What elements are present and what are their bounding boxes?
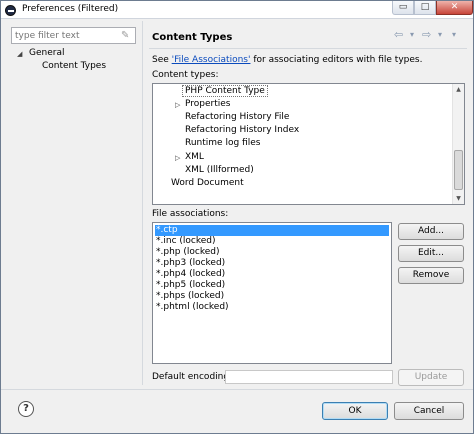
content-type-item[interactable]: Properties: [185, 99, 230, 109]
sash-divider[interactable]: [142, 21, 143, 385]
content-types-label: Content types:: [152, 70, 219, 80]
file-associations-link[interactable]: 'File Associations': [172, 55, 251, 65]
see-prefix: See: [152, 55, 172, 65]
see-file-associations-text: See 'File Associations' for associating …: [152, 55, 422, 65]
history-navigation: ⇦ ▾ ⇨ ▾ ▾: [394, 28, 464, 44]
close-button[interactable]: ✕: [436, 1, 473, 15]
header-separator: [149, 48, 467, 49]
file-association-item[interactable]: *.php5 (locked): [155, 280, 389, 291]
file-association-item[interactable]: *.php4 (locked): [155, 269, 389, 280]
file-association-item[interactable]: *.phps (locked): [155, 291, 389, 302]
forward-icon[interactable]: ⇨: [422, 28, 431, 41]
window-title: Preferences (Filtered): [22, 4, 119, 14]
preference-tree: ◢ General Content Types: [11, 45, 136, 385]
maximize-button[interactable]: □: [414, 1, 436, 15]
content-type-item[interactable]: Word Document: [171, 178, 244, 188]
title-bar: Preferences (Filtered) ▭ □ ✕: [1, 1, 473, 19]
default-encoding-label: Default encoding:: [152, 372, 233, 382]
file-association-item[interactable]: *.inc (locked): [155, 236, 389, 247]
file-association-item[interactable]: *.phtml (locked): [155, 302, 389, 313]
expand-icon[interactable]: ▷: [175, 154, 180, 162]
file-association-item[interactable]: *.ctp: [155, 225, 389, 236]
file-association-item[interactable]: *.php3 (locked): [155, 258, 389, 269]
clear-filter-icon[interactable]: ✎: [121, 30, 132, 41]
update-button[interactable]: Update: [398, 369, 464, 386]
eclipse-app-icon: [5, 5, 16, 16]
filter-input[interactable]: [11, 27, 136, 44]
content-type-item[interactable]: Refactoring History File: [185, 112, 289, 122]
content-type-item[interactable]: Refactoring History Index: [185, 125, 299, 135]
cancel-button[interactable]: Cancel: [394, 402, 464, 420]
see-suffix: for associating editors with file types.: [250, 55, 423, 65]
content-types-tree[interactable]: PHP Content Type ▷ Properties Refactorin…: [152, 83, 465, 205]
content-type-item[interactable]: XML (Illformed): [185, 165, 254, 175]
expand-icon[interactable]: ▷: [175, 101, 180, 109]
file-associations-label: File associations:: [152, 209, 229, 219]
content-type-item[interactable]: PHP Content Type: [182, 85, 268, 97]
scroll-down-icon[interactable]: ▼: [453, 193, 464, 204]
back-icon[interactable]: ⇦: [394, 28, 403, 41]
remove-button[interactable]: Remove: [398, 267, 464, 284]
preferences-dialog: Preferences (Filtered) ▭ □ ✕ ✎ ◢ General…: [0, 0, 474, 434]
forward-menu-icon[interactable]: ▾: [438, 30, 442, 39]
add-button[interactable]: Add...: [398, 223, 464, 240]
file-association-item[interactable]: *.php (locked): [155, 247, 389, 258]
content-types-scrollbar[interactable]: ▲ ▼: [452, 84, 464, 204]
content-type-item[interactable]: Runtime log files: [185, 138, 260, 148]
scroll-thumb[interactable]: [454, 150, 463, 190]
help-icon[interactable]: ?: [18, 401, 34, 417]
content-type-item[interactable]: XML: [185, 152, 204, 162]
edit-button[interactable]: Edit...: [398, 245, 464, 262]
tree-item-general[interactable]: General: [29, 48, 64, 58]
view-menu-icon[interactable]: ▾: [452, 30, 456, 39]
collapse-icon[interactable]: ◢: [17, 50, 22, 58]
file-associations-list[interactable]: *.ctp *.inc (locked) *.php (locked) *.ph…: [152, 222, 392, 364]
minimize-button[interactable]: ▭: [392, 1, 414, 15]
back-menu-icon[interactable]: ▾: [410, 30, 414, 39]
tree-item-content-types[interactable]: Content Types: [42, 61, 106, 71]
footer-separator: [1, 389, 473, 390]
page-title: Content Types: [152, 32, 233, 43]
scroll-up-icon[interactable]: ▲: [453, 84, 464, 95]
ok-button[interactable]: OK: [322, 402, 388, 420]
default-encoding-field[interactable]: [225, 370, 393, 384]
